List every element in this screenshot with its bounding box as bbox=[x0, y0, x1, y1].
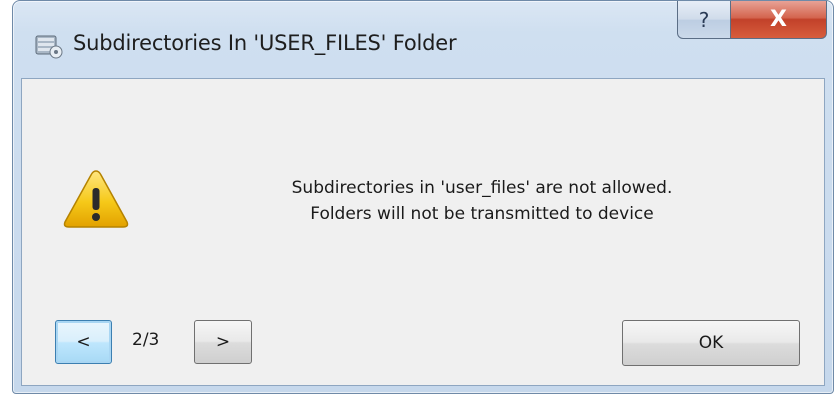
previous-button[interactable]: < bbox=[55, 320, 112, 364]
message-line-1: Subdirectories in 'user_files' are not a… bbox=[291, 178, 673, 198]
message-line-2: Folders will not be transmitted to devic… bbox=[310, 204, 654, 224]
dialog-window: Subdirectories In 'USER_FILES' Folder ? … bbox=[12, 0, 834, 394]
drive-disk-icon bbox=[35, 35, 63, 59]
caption-buttons: ? X bbox=[677, 1, 827, 41]
help-button[interactable]: ? bbox=[677, 1, 731, 39]
screenshot-stage: Subdirectories In 'USER_FILES' Folder ? … bbox=[0, 0, 836, 401]
message-text: Subdirectories in 'user_files' are not a… bbox=[202, 175, 762, 227]
window-title: Subdirectories In 'USER_FILES' Folder bbox=[73, 31, 457, 55]
next-button[interactable]: > bbox=[194, 320, 252, 364]
page-indicator: 2/3 bbox=[132, 330, 160, 350]
close-icon: X bbox=[770, 7, 787, 32]
help-icon: ? bbox=[698, 7, 710, 32]
dialog-body: Subdirectories in 'user_files' are not a… bbox=[21, 78, 825, 386]
close-button[interactable]: X bbox=[731, 1, 827, 39]
ok-button[interactable]: OK bbox=[622, 320, 800, 366]
warning-icon bbox=[63, 170, 129, 228]
title-bar[interactable]: Subdirectories In 'USER_FILES' Folder ? … bbox=[13, 1, 833, 77]
